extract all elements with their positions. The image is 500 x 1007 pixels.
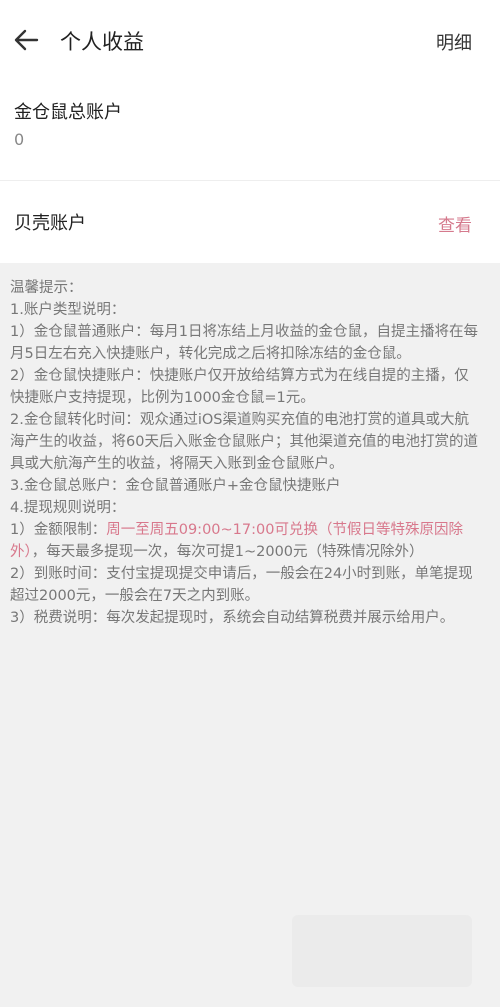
- tips-withdraw-rules: 4.提现规则说明：: [10, 500, 126, 516]
- shell-account-label: 贝壳账户: [14, 213, 86, 234]
- tips-tax: 3）税费说明：每次发起提现时，系统会自动结算税费并展示给用户。: [10, 610, 455, 626]
- tips-arrival-time: 2）到账时间：支付宝提现提交申请后，一般会在24小时到账，单笔提现超过2000元…: [10, 566, 473, 604]
- tips-total-account: 3.金仓鼠总账户：金仓鼠普通账户+金仓鼠快捷账户: [10, 478, 341, 494]
- total-account-value: 0: [14, 130, 25, 149]
- tips-amount-limit: 1）金额限制：周一至周五09:00~17:00可兑换（节假日等特殊原因除外），每…: [10, 519, 478, 563]
- total-account-row: 金仓鼠总账户 0: [0, 78, 500, 181]
- back-arrow-icon[interactable]: [12, 26, 40, 54]
- tips-normal-account: 1）金仓鼠普通账户：每月1日将冻结上月收益的金仓鼠，自提主播将在每月5日左右充入…: [10, 324, 478, 362]
- top-bar: 个人收益 明细: [0, 0, 500, 78]
- page-title: 个人收益: [60, 30, 144, 54]
- view-shell-link[interactable]: 查看: [438, 211, 472, 236]
- detail-button[interactable]: 明细: [436, 29, 472, 55]
- tips-section: 温馨提示： 1.账户类型说明： 1）金仓鼠普通账户：每月1日将冻结上月收益的金仓…: [0, 263, 500, 629]
- tips-heading: 温馨提示：: [10, 280, 83, 296]
- total-account-label: 金仓鼠总账户: [14, 102, 122, 123]
- tips-fast-account: 2）金仓鼠快捷账户：快捷账户仅开放给结算方式为在线自提的主播，仅快捷账户支持提现…: [10, 368, 469, 406]
- amount-limit-prefix: 1）金额限制：: [10, 522, 107, 538]
- tips-account-types: 1.账户类型说明：: [10, 302, 126, 318]
- faded-overlay: [292, 915, 472, 987]
- tips-conversion-time: 2.金仓鼠转化时间：观众通过iOS渠道购买充值的电池打赏的道具或大航海产生的收益…: [10, 412, 478, 472]
- shell-account-row[interactable]: 贝壳账户 查看: [0, 181, 500, 263]
- amount-limit-suffix: ，每天最多提现一次，每次可提1~2000元（特殊情况除外）: [31, 544, 424, 560]
